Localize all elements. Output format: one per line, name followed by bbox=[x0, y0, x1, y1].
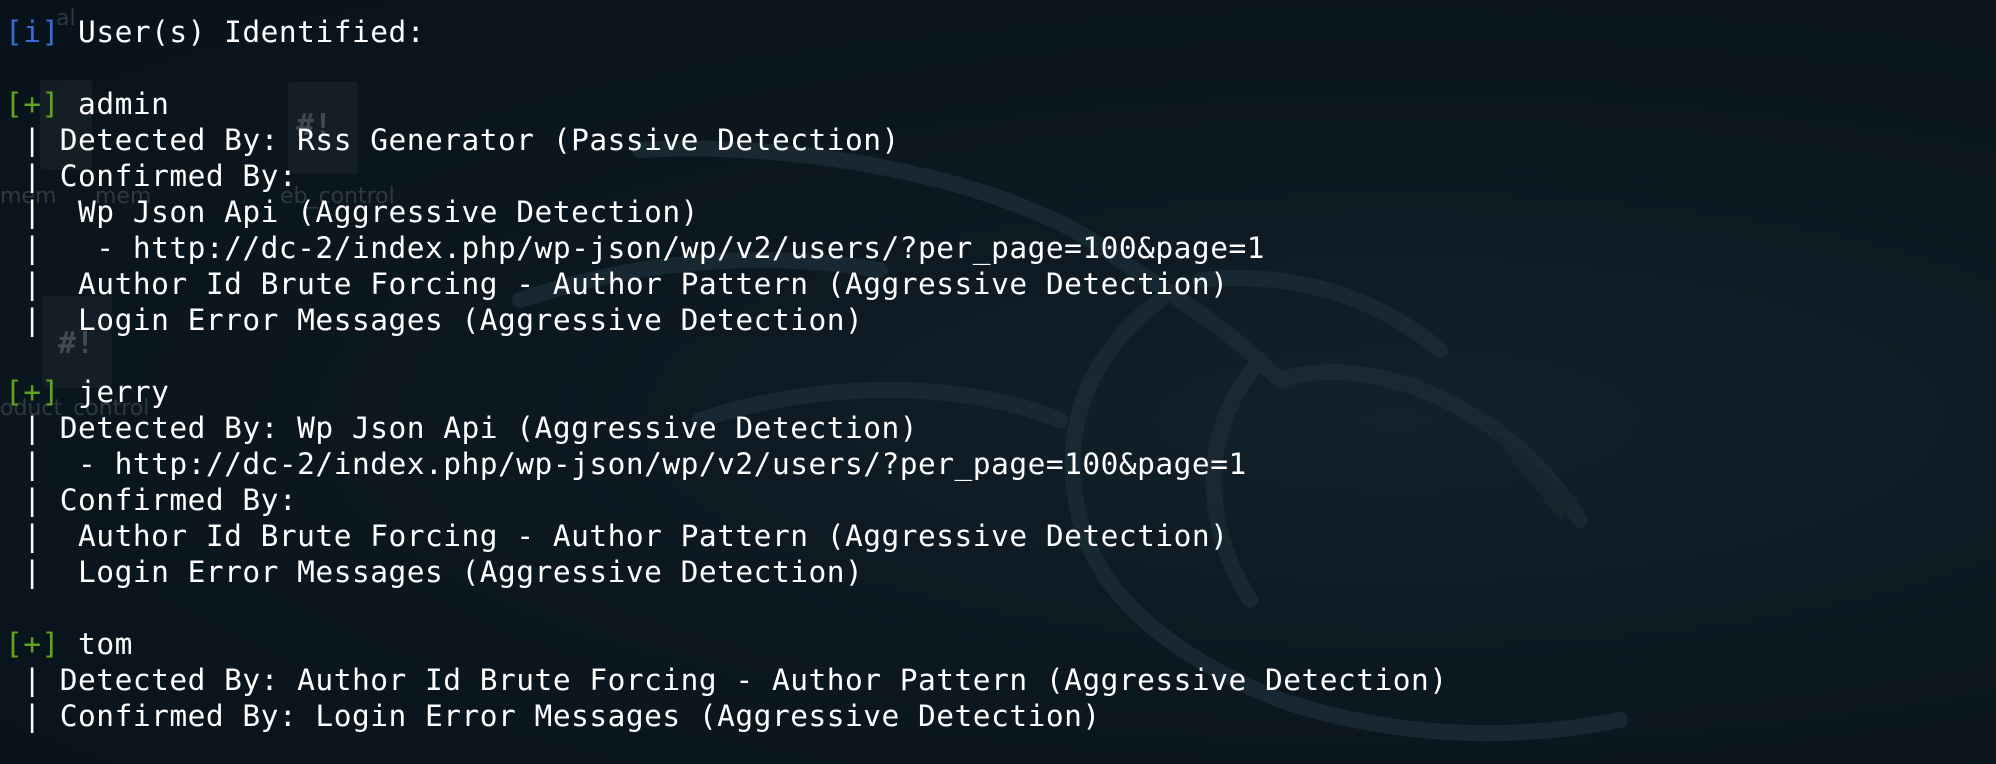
terminal-line-text: | Confirmed By: bbox=[5, 483, 298, 517]
terminal-line-text: | Author Id Brute Forcing - Author Patte… bbox=[5, 519, 1229, 553]
terminal-output[interactable]: [i] User(s) Identified: [+] admin | Detec… bbox=[5, 14, 1448, 734]
terminal-line-text: | Detected By: Rss Generator (Passive De… bbox=[5, 123, 900, 157]
info-tag: [i] bbox=[5, 15, 60, 49]
terminal-line: | Author Id Brute Forcing - Author Patte… bbox=[5, 266, 1448, 302]
terminal-line: [+] jerry bbox=[5, 374, 1448, 410]
terminal-line: [i] User(s) Identified: bbox=[5, 14, 1448, 50]
terminal-line: | Confirmed By: bbox=[5, 482, 1448, 518]
terminal-line-text: | Confirmed By: Login Error Messages (Ag… bbox=[5, 699, 1101, 733]
terminal-line-text: | Detected By: Wp Json Api (Aggressive D… bbox=[5, 411, 919, 445]
terminal-line-text: | Login Error Messages (Aggressive Detec… bbox=[5, 303, 864, 337]
terminal-line: | Confirmed By: Login Error Messages (Ag… bbox=[5, 698, 1448, 734]
terminal-line: | Author Id Brute Forcing - Author Patte… bbox=[5, 518, 1448, 554]
terminal-line-text: User(s) Identified: bbox=[59, 15, 426, 49]
terminal-line: | Detected By: Wp Json Api (Aggressive D… bbox=[5, 410, 1448, 446]
terminal-line-text: | Detected By: Author Id Brute Forcing -… bbox=[5, 663, 1448, 697]
terminal-line-text: | - http://dc-2/index.php/wp-json/wp/v2/… bbox=[5, 231, 1265, 265]
found-tag: [+] bbox=[5, 87, 60, 121]
terminal-line-text: | - http://dc-2/index.php/wp-json/wp/v2/… bbox=[5, 447, 1247, 481]
found-tag: [+] bbox=[5, 375, 60, 409]
found-tag: [+] bbox=[5, 627, 60, 661]
terminal-line: | Detected By: Rss Generator (Passive De… bbox=[5, 122, 1448, 158]
terminal-line-text: tom bbox=[59, 627, 133, 661]
terminal-line: [+] admin bbox=[5, 86, 1448, 122]
terminal-line: | Confirmed By: bbox=[5, 158, 1448, 194]
terminal-line-text: admin bbox=[59, 87, 170, 121]
terminal-line-text: | Wp Json Api (Aggressive Detection) bbox=[5, 195, 699, 229]
terminal-line-text: | Login Error Messages (Aggressive Detec… bbox=[5, 555, 864, 589]
terminal-line: [+] tom bbox=[5, 626, 1448, 662]
terminal-line: | Login Error Messages (Aggressive Detec… bbox=[5, 554, 1448, 590]
terminal-line-text: | Confirmed By: bbox=[5, 159, 298, 193]
terminal-line: | Wp Json Api (Aggressive Detection) bbox=[5, 194, 1448, 230]
terminal-line: | Detected By: Author Id Brute Forcing -… bbox=[5, 662, 1448, 698]
terminal-line: | Login Error Messages (Aggressive Detec… bbox=[5, 302, 1448, 338]
terminal-line: | - http://dc-2/index.php/wp-json/wp/v2/… bbox=[5, 230, 1448, 266]
terminal-line-text: | Author Id Brute Forcing - Author Patte… bbox=[5, 267, 1229, 301]
terminal-line-text: jerry bbox=[59, 375, 170, 409]
terminal-window[interactable]: #! #! al mem mem eb_control oduct_contro… bbox=[0, 0, 1996, 764]
terminal-line: | - http://dc-2/index.php/wp-json/wp/v2/… bbox=[5, 446, 1448, 482]
